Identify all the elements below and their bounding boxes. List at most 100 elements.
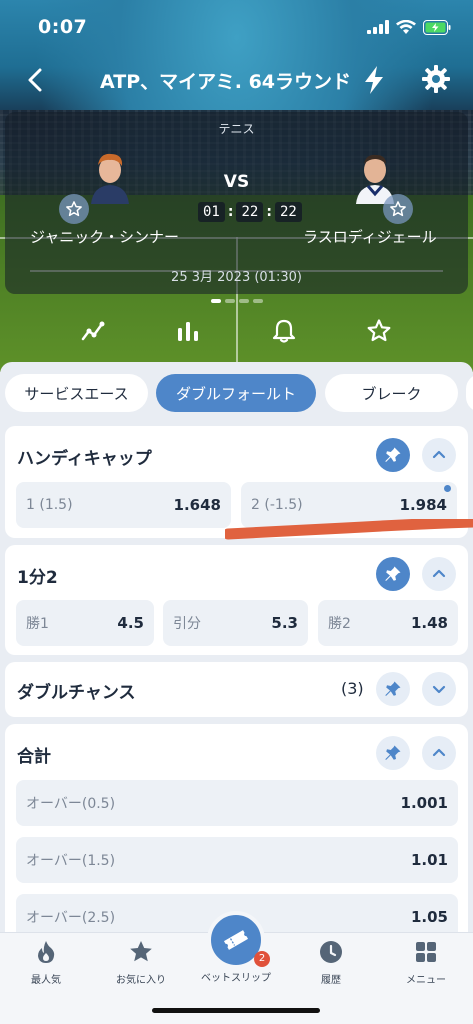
match-date: 25 3月 2023 (01:30) [171, 270, 302, 285]
clock-icon [320, 941, 342, 963]
market-double-chance[interactable]: ダブルチャンス (3) [5, 662, 468, 717]
pin-icon [385, 681, 401, 696]
star-icon [66, 201, 82, 217]
carousel-dot[interactable] [210, 299, 221, 303]
odd-label: オーバー(1.5) [26, 853, 116, 869]
match-card: テニス VS 01: 22: 22 ジャニック・シンナー ラスロディジェール… [5, 112, 468, 294]
carousel-dot[interactable] [224, 299, 235, 303]
status-time: 0:07 [38, 16, 88, 38]
chevron-up-icon [432, 748, 446, 757]
odd-value: 1.984 [399, 496, 447, 514]
odd-value: 1.05 [410, 908, 448, 926]
match-toolbar [0, 318, 473, 348]
chevron-up-icon [432, 569, 446, 578]
star-icon[interactable] [366, 318, 392, 344]
markets-panel: サービスエース ダブルフォールト ブレーク ハンディキャップ 1 (1.5) 1… [0, 362, 473, 932]
collapse-button[interactable] [422, 557, 456, 591]
nav-history[interactable]: 履歴 [286, 939, 376, 986]
collapse-button[interactable] [422, 736, 456, 770]
chevron-down-icon [432, 685, 446, 694]
odd-value: 1.001 [400, 794, 448, 812]
odd-label: 引分 [173, 616, 201, 632]
pin-icon [385, 566, 401, 581]
grid-icon [416, 942, 436, 962]
market-title: ハンディキャップ [17, 449, 152, 469]
odd-label: オーバー(0.5) [26, 796, 116, 812]
odd-button[interactable]: 勝1 4.5 [16, 600, 154, 646]
bolt-icon[interactable] [360, 64, 388, 96]
match-timer: 01 : 22 : 22 [198, 202, 302, 222]
star-icon [130, 941, 152, 962]
odds-change-dot [444, 485, 451, 492]
odd-label: 1 (1.5) [26, 497, 73, 513]
match-hero: 0:07 ATP、マイアミ. 64ラウンド テニス VS 01: 22: 2… [0, 0, 473, 372]
collapse-button[interactable] [422, 438, 456, 472]
player1-favorite-button[interactable] [59, 194, 89, 224]
tab-double-fault[interactable]: ダブルフォールト [156, 374, 316, 412]
odd-value: 1.48 [410, 614, 448, 632]
nav-menu[interactable]: メニュー [381, 939, 471, 986]
odd-label: 勝2 [328, 616, 351, 632]
odd-button[interactable]: 引分 5.3 [163, 600, 308, 646]
timer-seconds: 22 [274, 202, 302, 222]
odd-label: 2 (-1.5) [251, 497, 303, 513]
wifi-icon [396, 19, 416, 34]
nav-betslip[interactable]: ベットスリップ [191, 969, 281, 984]
odd-button[interactable]: 2 (-1.5) 1.984 [241, 482, 457, 528]
odd-value: 1.01 [410, 851, 448, 869]
odd-label: オーバー(2.5) [26, 910, 116, 926]
nav-label: メニュー [406, 975, 446, 986]
odd-button[interactable]: 1 (1.5) 1.648 [16, 482, 231, 528]
market-title: ダブルチャンス [17, 683, 136, 703]
carousel-dot[interactable] [238, 299, 249, 303]
home-indicator [152, 1008, 320, 1013]
player2-favorite-button[interactable] [383, 194, 413, 224]
cellular-signal-icon [367, 20, 389, 34]
stats-bars-icon[interactable] [175, 318, 201, 344]
vs-label: VS [223, 172, 250, 192]
back-icon[interactable] [22, 66, 50, 94]
nav-popular[interactable]: 最人気 [1, 939, 91, 986]
gear-icon[interactable] [421, 64, 451, 94]
carousel-dot[interactable] [252, 299, 263, 303]
chart-line-icon[interactable] [80, 318, 106, 344]
tab-break[interactable]: ブレーク [325, 374, 458, 412]
odd-button[interactable]: 勝2 1.48 [318, 600, 458, 646]
odd-button[interactable]: オーバー(1.5) 1.01 [16, 837, 458, 883]
player1-name: ジャニック・シンナー [30, 228, 179, 246]
pin-button[interactable] [376, 736, 410, 770]
battery-charging-icon [423, 19, 451, 35]
nav-label: 履歴 [321, 975, 341, 986]
nav-favorites[interactable]: お気に入り [96, 939, 186, 986]
tab-service-ace[interactable]: サービスエース [5, 374, 148, 412]
pin-button[interactable] [376, 438, 410, 472]
nav-label: 最人気 [31, 975, 61, 986]
carousel-dots [0, 299, 473, 303]
player2-name: ラスロディジェール [303, 228, 437, 246]
pin-icon [385, 447, 401, 462]
pin-button[interactable] [376, 557, 410, 591]
star-icon [390, 201, 406, 217]
market-title: 1分2 [17, 568, 58, 588]
betslip-badge: 2 [254, 951, 270, 967]
odd-value: 4.5 [117, 614, 144, 632]
fire-icon [38, 941, 55, 963]
expand-button[interactable] [422, 672, 456, 706]
ticket-icon [223, 930, 249, 950]
bell-icon[interactable] [271, 318, 297, 344]
sport-label: テニス [218, 122, 255, 136]
odd-button[interactable]: オーバー(0.5) 1.001 [16, 780, 458, 826]
market-title: 合計 [17, 747, 51, 767]
market-tabs: サービスエース ダブルフォールト ブレーク [5, 374, 473, 414]
timer-hours: 01 [198, 202, 225, 222]
odd-value: 5.3 [271, 614, 298, 632]
market-1x2: 1分2 勝1 4.5 引分 5.3 勝2 1.48 [5, 545, 468, 655]
nav-label: ベットスリップ [201, 973, 271, 984]
chevron-up-icon [432, 450, 446, 459]
pin-button[interactable] [376, 672, 410, 706]
market-count: (3) [341, 679, 364, 698]
nav-label: お気に入り [116, 975, 166, 986]
market-total: 合計 オーバー(0.5) 1.001 オーバー(1.5) 1.01 オーバー(2… [5, 724, 468, 932]
tab-more[interactable] [466, 374, 473, 412]
timer-minutes: 22 [236, 202, 264, 222]
